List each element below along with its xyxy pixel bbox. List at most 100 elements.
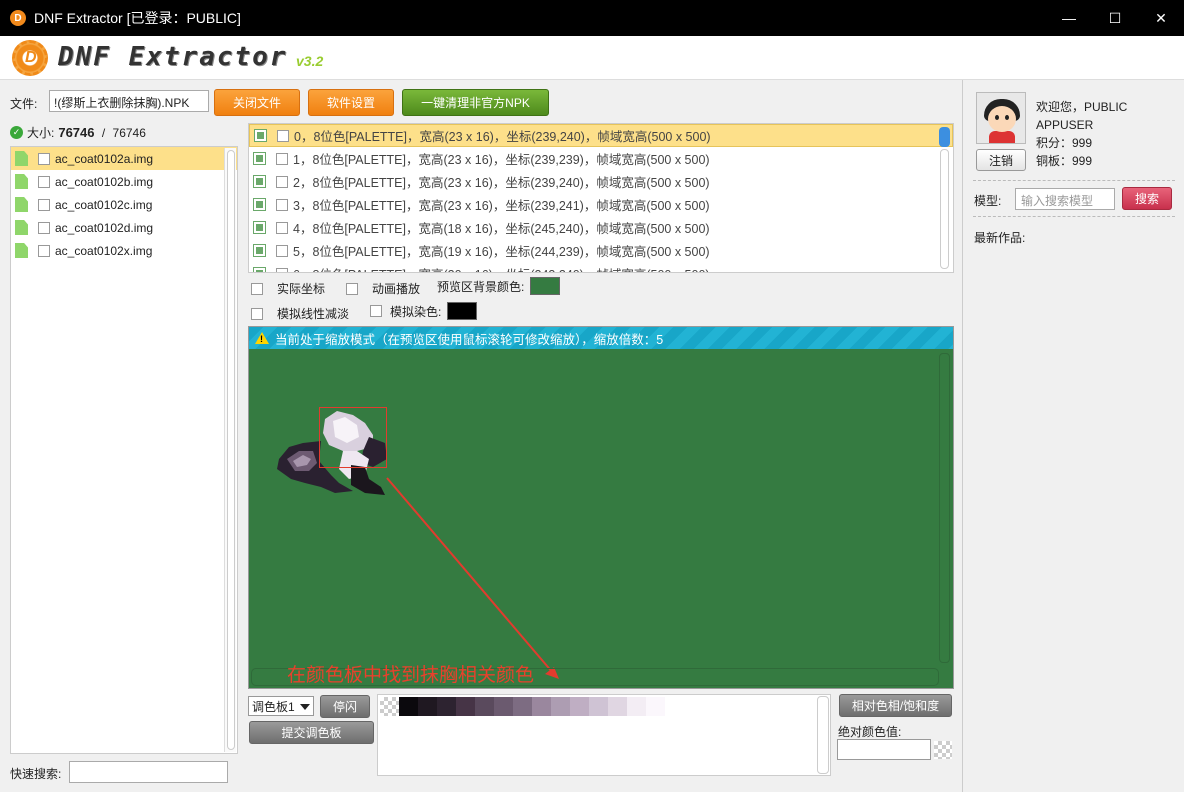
palette-color-cell[interactable] bbox=[399, 697, 418, 716]
bg-color-swatch[interactable] bbox=[530, 277, 561, 295]
transparent-color-cell[interactable] bbox=[380, 697, 399, 716]
animation-checkbox[interactable] bbox=[346, 282, 358, 295]
checkbox[interactable] bbox=[276, 175, 288, 188]
model-search-input[interactable]: 输入搜索模型 bbox=[1015, 188, 1115, 210]
palette-color-cell[interactable] bbox=[627, 697, 646, 716]
actual-coords-checkbox[interactable] bbox=[251, 282, 263, 295]
preview-vertical-scrollbar[interactable] bbox=[939, 351, 952, 687]
palette-color-cell[interactable] bbox=[570, 697, 589, 716]
palette-color-cell[interactable] bbox=[646, 697, 665, 716]
bg-color-option[interactable]: 预览区背景颜色: bbox=[437, 277, 561, 295]
dye-color-swatch[interactable] bbox=[447, 302, 478, 320]
app-icon: D bbox=[10, 10, 26, 26]
palette-color-cell[interactable] bbox=[494, 697, 513, 716]
frame-row[interactable]: 6，8位色[PALETTE]，宽高(20 x 16)，坐标(243,240)，帧… bbox=[249, 262, 953, 272]
checkbox[interactable] bbox=[276, 221, 288, 234]
actual-coords-option[interactable]: 实际坐标 bbox=[251, 280, 325, 297]
file-name: ac_coat0102b.img bbox=[55, 174, 154, 189]
file-icon bbox=[15, 151, 28, 166]
frame-list-scrollbar[interactable] bbox=[939, 125, 952, 271]
logo-version: v3.2 bbox=[296, 53, 324, 69]
model-search-button[interactable]: 搜索 bbox=[1122, 187, 1172, 210]
zoom-notice-bar: ! 当前处于缩放模式（在预览区使用鼠标滚轮可修改缩放），缩放倍数：5 bbox=[249, 327, 953, 349]
frame-image-icon bbox=[254, 129, 267, 142]
minimize-button[interactable]: — bbox=[1046, 0, 1092, 36]
linear-fade-option[interactable]: 模拟线性减淡 bbox=[251, 305, 349, 322]
palette-scrollbar[interactable] bbox=[817, 696, 829, 774]
checkbox[interactable] bbox=[38, 175, 50, 188]
checkbox[interactable] bbox=[276, 198, 288, 211]
palette-color-cell[interactable] bbox=[513, 697, 532, 716]
file-icon bbox=[15, 174, 28, 189]
maximize-button[interactable]: ☐ bbox=[1092, 0, 1138, 36]
stop-blink-button[interactable]: 停闪 bbox=[320, 695, 370, 718]
frame-image-icon bbox=[253, 221, 266, 234]
animation-option[interactable]: 动画播放 bbox=[346, 280, 420, 297]
frame-image-icon bbox=[253, 267, 266, 272]
palette-color-cell[interactable] bbox=[475, 697, 494, 716]
user-info: 欢迎您，PUBLIC APPUSER 积分：999 铜板：999 bbox=[1036, 98, 1127, 170]
palette-color-cell[interactable] bbox=[589, 697, 608, 716]
absolute-color-input[interactable] bbox=[837, 739, 931, 760]
settings-button[interactable]: 软件设置 bbox=[308, 89, 394, 116]
checkbox[interactable] bbox=[276, 267, 288, 272]
palette-select[interactable]: 调色板1 bbox=[248, 696, 314, 716]
submit-palette-button[interactable]: 提交调色板 bbox=[249, 721, 374, 744]
palette-grid[interactable] bbox=[377, 694, 831, 776]
checkbox[interactable] bbox=[276, 152, 288, 165]
checkbox[interactable] bbox=[38, 244, 50, 257]
file-list-scrollbar[interactable] bbox=[224, 148, 236, 752]
checkbox[interactable] bbox=[277, 129, 289, 142]
linear-fade-checkbox[interactable] bbox=[251, 307, 263, 320]
palette-color-cell[interactable] bbox=[437, 697, 456, 716]
warning-icon: ! bbox=[255, 332, 269, 344]
palette-color-cell[interactable] bbox=[456, 697, 475, 716]
checkbox[interactable] bbox=[38, 152, 50, 165]
list-item[interactable]: ac_coat0102d.img bbox=[11, 216, 237, 239]
size-row: ✓ 大小: 76746 / 76746 bbox=[10, 124, 146, 141]
logout-button[interactable]: 注销 bbox=[976, 149, 1026, 171]
frame-image-icon bbox=[253, 152, 266, 165]
palette-color-cell[interactable] bbox=[418, 697, 437, 716]
frame-row[interactable]: 3，8位色[PALETTE]，宽高(23 x 16)，坐标(239,241)，帧… bbox=[249, 193, 953, 216]
checkbox[interactable] bbox=[38, 198, 50, 211]
list-item[interactable]: ac_coat0102b.img bbox=[11, 170, 237, 193]
palette-color-cell[interactable] bbox=[608, 697, 627, 716]
bg-color-label: 预览区背景颜色: bbox=[437, 279, 525, 294]
img-file-list[interactable]: ac_coat0102a.img ac_coat0102b.img ac_coa… bbox=[10, 146, 238, 754]
divider bbox=[973, 180, 1175, 181]
avatar bbox=[976, 92, 1026, 144]
close-file-button[interactable]: 关闭文件 bbox=[214, 89, 300, 116]
size-total: 76746 bbox=[112, 125, 146, 140]
clean-npk-button[interactable]: 一键清理非官方NPK bbox=[402, 89, 549, 116]
selection-rectangle bbox=[319, 407, 387, 468]
model-label: 模型: bbox=[974, 194, 1002, 208]
relative-hsv-button[interactable]: 相对色相/饱和度 bbox=[839, 694, 952, 717]
list-item[interactable]: ac_coat0102a.img bbox=[11, 147, 237, 170]
checkbox[interactable] bbox=[276, 244, 288, 257]
close-window-button[interactable]: ✕ bbox=[1138, 0, 1184, 36]
palette-select-value: 调色板1 bbox=[252, 699, 295, 714]
dye-option[interactable]: 模拟染色: bbox=[370, 302, 478, 320]
frame-row[interactable]: 0，8位色[PALETTE]，宽高(23 x 16)，坐标(239,240)，帧… bbox=[249, 124, 953, 147]
frame-list[interactable]: 0，8位色[PALETTE]，宽高(23 x 16)，坐标(239,240)，帧… bbox=[248, 123, 954, 273]
palette-color-cell[interactable] bbox=[551, 697, 570, 716]
main-panel: 文件: !(缪斯上衣删除抹胸).NPK 关闭文件 软件设置 一键清理非官方NPK… bbox=[0, 80, 962, 792]
list-item[interactable]: ac_coat0102c.img bbox=[11, 193, 237, 216]
frame-row[interactable]: 4，8位色[PALETTE]，宽高(18 x 16)，坐标(245,240)，帧… bbox=[249, 216, 953, 239]
quick-search-input[interactable] bbox=[69, 761, 228, 783]
frame-row[interactable]: 2，8位色[PALETTE]，宽高(23 x 16)，坐标(239,240)，帧… bbox=[249, 170, 953, 193]
palette-color-cell[interactable] bbox=[532, 697, 551, 716]
preview-canvas[interactable]: ! 当前处于缩放模式（在预览区使用鼠标滚轮可修改缩放），缩放倍数：5 在颜色板中… bbox=[248, 326, 954, 689]
file-path-input[interactable]: !(缪斯上衣删除抹胸).NPK bbox=[49, 90, 209, 112]
dye-checkbox[interactable] bbox=[370, 305, 382, 317]
frame-info: 0，8位色[PALETTE]，宽高(23 x 16)，坐标(239,240)，帧… bbox=[294, 130, 711, 144]
frame-row[interactable]: 5，8位色[PALETTE]，宽高(19 x 16)，坐标(244,239)，帧… bbox=[249, 239, 953, 262]
color-picker-swatch[interactable] bbox=[934, 741, 952, 759]
file-name: ac_coat0102a.img bbox=[55, 151, 154, 166]
size-current: 76746 bbox=[58, 125, 95, 140]
frame-row[interactable]: 1，8位色[PALETTE]，宽高(23 x 16)，坐标(239,239)，帧… bbox=[249, 147, 953, 170]
list-item[interactable]: ac_coat0102x.img bbox=[11, 239, 237, 262]
checkbox[interactable] bbox=[38, 221, 50, 234]
file-icon bbox=[15, 197, 28, 212]
